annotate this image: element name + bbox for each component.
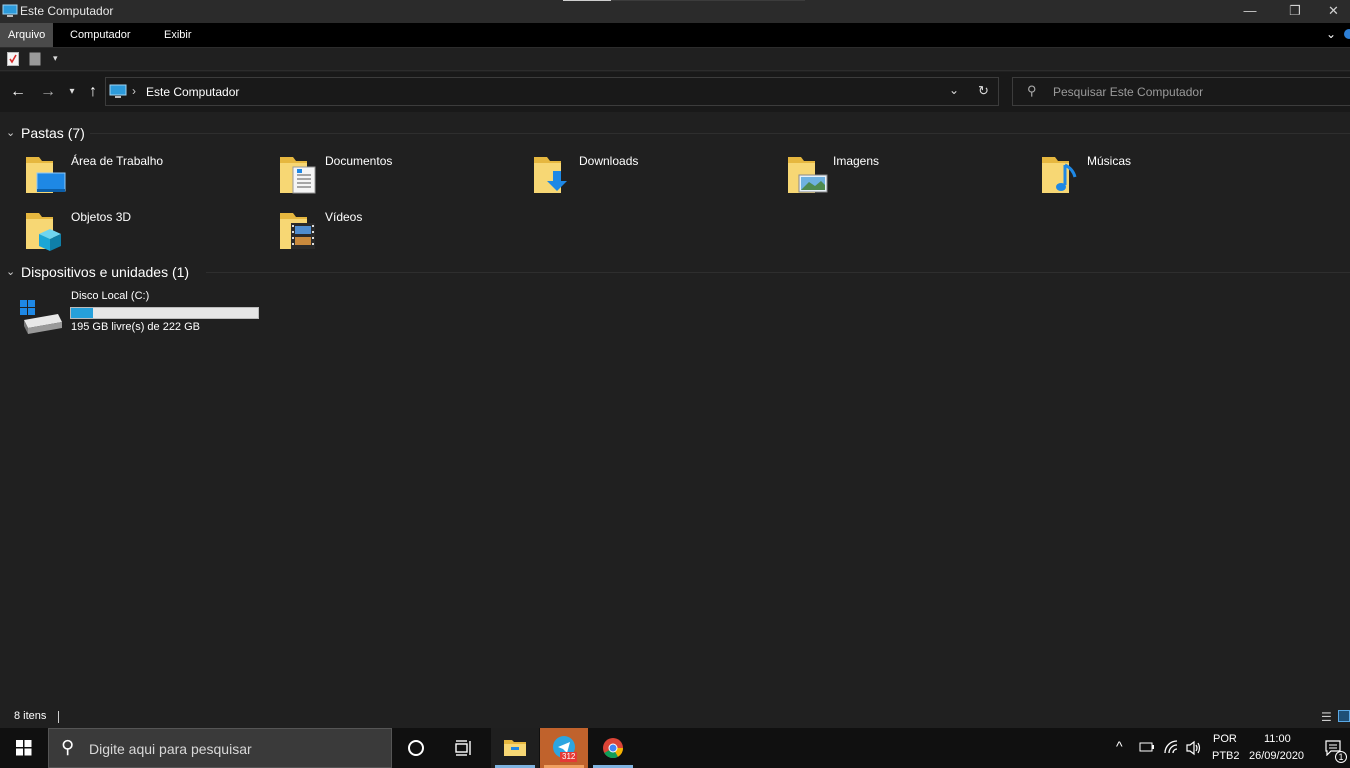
title-accent-2 [611,0,805,1]
minimize-button[interactable]: — [1227,0,1273,23]
drive-label: Disco Local (C:) [71,290,150,302]
desktop-folder-icon [26,157,66,193]
status-bar: 8 itens ☰ [0,706,1350,728]
title-bar: Este Computador — ❐ ✕ [0,0,1350,23]
keyboard-layout[interactable]: PTB2 [1212,750,1240,762]
tab-computador[interactable]: Computador [62,23,139,47]
properties-icon[interactable] [7,52,19,66]
section-title-pastas: Pastas (7) [21,125,85,141]
section-divider [90,133,1350,134]
drive-c[interactable]: Disco Local (C:) 195 GB livre(s) de 222 … [18,290,268,338]
title-accent [563,0,611,1]
music-folder-icon [1042,157,1077,193]
close-button[interactable]: ✕ [1317,0,1350,23]
tab-arquivo[interactable]: Arquivo [0,23,54,47]
section-title-dispositivos: Dispositivos e unidades (1) [21,264,190,280]
section-divider [206,272,1350,273]
drive-usage-bar [70,307,259,319]
clock-date[interactable]: 26/09/2020 [1249,750,1304,762]
downloads-folder-icon [534,157,567,193]
ribbon-tabs: Arquivo Computador Exibir ⌄ [0,23,1350,47]
input-language[interactable]: POR [1213,733,1237,745]
item-count: 8 itens [14,710,47,722]
taskbar: ⚲ Digite aqui para pesquisar 312 ^ POR P… [0,728,1350,768]
maximize-button[interactable]: ❐ [1272,0,1318,23]
ribbon-expand-chevron-icon[interactable]: ⌄ [1326,27,1336,41]
recent-locations-chevron-icon[interactable]: ▾ [62,82,82,102]
folder-3d-objects[interactable]: Objetos 3D [25,209,265,259]
forward-arrow-icon[interactable]: → [38,82,58,102]
folder-label: Documentos [325,154,393,168]
clock-time[interactable]: 11:00 [1264,733,1291,745]
collapse-chevron-icon[interactable]: ⌄ [6,126,15,139]
notification-badge: 312 [560,752,578,762]
folder-label: Objetos 3D [71,210,132,224]
windows-start-icon[interactable] [16,740,32,756]
wifi-icon[interactable] [1163,739,1179,755]
pictures-folder-icon [788,157,828,193]
up-arrow-icon[interactable]: ↑ [83,82,103,102]
telegram-taskbar-button[interactable]: 312 [540,728,588,768]
folder-videos[interactable]: Vídeos [279,209,519,259]
hard-drive-icon [20,300,62,334]
window-title: Este Computador [20,4,114,18]
chrome-icon [603,738,624,759]
help-icon[interactable] [1344,29,1350,39]
refresh-icon[interactable]: ↻ [978,83,989,99]
folder-label: Downloads [579,154,639,168]
file-explorer-icon [504,740,526,756]
notification-count-badge: 1 [1335,751,1347,763]
new-folder-icon[interactable] [29,52,41,66]
search-box[interactable]: ⚲ Pesquisar Este Computador [1012,77,1350,106]
details-view-icon[interactable]: ☰ [1321,710,1332,724]
show-hidden-icons-chevron-icon[interactable]: ^ [1116,738,1123,754]
taskbar-search-box[interactable]: ⚲ Digite aqui para pesquisar [48,728,392,768]
breadcrumb[interactable]: Este Computador [146,85,239,99]
computer-icon [109,84,127,98]
search-input[interactable]: Pesquisar Este Computador [1053,85,1203,99]
folder-label: Imagens [833,154,880,168]
folder-downloads[interactable]: Downloads [533,153,773,203]
volume-icon[interactable] [1186,740,1202,756]
folder-music[interactable]: Músicas [1041,153,1281,203]
back-arrow-icon[interactable]: ← [8,82,28,102]
drive-free-space: 195 GB livre(s) de 222 GB [71,321,201,333]
task-view-icon[interactable] [455,740,473,756]
address-bar[interactable]: › Este Computador ⌄ ↻ [105,77,999,106]
large-icons-view-icon[interactable] [1338,710,1350,722]
quick-access-toolbar: ▾ [0,47,1350,71]
battery-icon[interactable] [1139,742,1155,752]
3d-objects-folder-icon [26,213,61,251]
computer-icon [2,4,18,17]
collapse-chevron-icon[interactable]: ⌄ [6,265,15,278]
section-header-dispositivos[interactable]: ⌄ Dispositivos e unidades (1) [0,264,400,282]
breadcrumb-separator-icon: › [132,84,136,98]
folder-label: Músicas [1087,154,1132,168]
section-header-pastas[interactable]: ⌄ Pastas (7) [0,125,400,143]
folder-label: Área de Trabalho [71,154,164,168]
chrome-taskbar-button[interactable] [589,728,637,768]
folder-label: Vídeos [325,210,363,224]
tab-exibir[interactable]: Exibir [156,23,200,47]
folder-desktop[interactable]: Área de Trabalho [25,153,265,203]
folder-pictures[interactable]: Imagens [787,153,1027,203]
file-explorer-taskbar-button[interactable] [491,728,539,768]
videos-folder-icon [280,213,315,249]
cortana-icon[interactable] [408,740,424,756]
documents-folder-icon [280,157,316,194]
search-icon: ⚲ [1027,83,1037,98]
drive-usage-fill [71,308,94,318]
folder-documents[interactable]: Documentos [279,153,519,203]
navigation-bar: ← → ▾ ↑ › Este Computador ⌄ ↻ ⚲ Pesquisa… [0,72,1350,112]
search-icon: ⚲ [61,737,75,757]
taskbar-search-input[interactable]: Digite aqui para pesquisar [89,741,252,757]
status-separator [58,711,59,723]
address-dropdown-chevron-icon[interactable]: ⌄ [949,83,959,97]
customize-dropdown-icon[interactable]: ▾ [53,53,58,64]
